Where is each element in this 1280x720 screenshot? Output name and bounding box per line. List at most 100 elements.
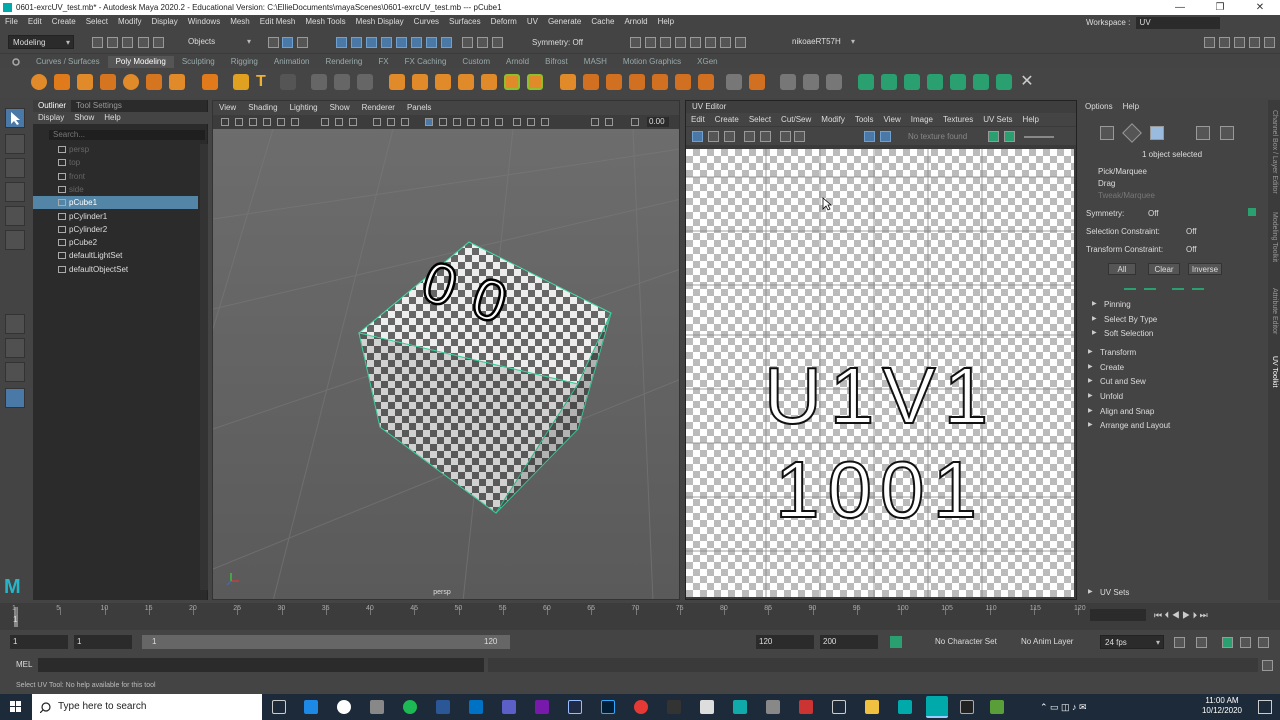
menu-uv[interactable]: UV [522, 15, 543, 29]
two-pane-layout-icon[interactable] [5, 362, 25, 382]
offset-loop-icon[interactable] [675, 74, 691, 90]
outliner-item-persp[interactable]: persp [33, 143, 198, 156]
lights-icon[interactable] [387, 118, 395, 126]
menu-surfaces[interactable]: Surfaces [444, 15, 486, 29]
edge-mode-icon[interactable] [1122, 123, 1142, 143]
playback-end-field[interactable]: 120 [756, 635, 814, 649]
history-icon[interactable] [462, 37, 473, 48]
anim-layer[interactable]: No Anim Layer [1021, 635, 1073, 649]
uv-exposure-icon[interactable] [988, 131, 999, 142]
spotify-icon[interactable] [403, 700, 417, 714]
textured-icon[interactable] [373, 118, 381, 126]
image-plane-icon[interactable] [263, 118, 271, 126]
outliner-menu-help[interactable]: Help [99, 112, 125, 124]
poly-torus-icon[interactable] [123, 74, 139, 90]
tab-uv-toolkit[interactable]: UV Toolkit [1271, 356, 1278, 400]
uv-menu-textures[interactable]: Textures [938, 113, 978, 126]
loop-icon[interactable] [1174, 637, 1185, 648]
outlook-icon[interactable] [469, 700, 483, 714]
select-all-button[interactable]: All [1108, 263, 1136, 275]
viewport-menu-show[interactable]: Show [324, 101, 356, 115]
pcube1-mesh[interactable]: 00 [357, 241, 612, 514]
poly-type-icon[interactable]: T [256, 74, 272, 90]
section-cut-and-sew[interactable]: Cut and Sew [1086, 375, 1146, 388]
tab-outliner[interactable]: Outliner [33, 100, 72, 112]
uv-menu-image[interactable]: Image [906, 113, 938, 126]
shelf-tab-arnold[interactable]: Arnold [498, 56, 537, 68]
outliner-search-input[interactable]: Search... [49, 130, 205, 140]
depth-of-field-icon[interactable] [513, 118, 521, 126]
poly-cylinder-icon[interactable] [77, 74, 93, 90]
animation-prefs-icon[interactable] [1258, 637, 1269, 648]
backface-culling-icon[interactable] [453, 118, 461, 126]
uv-menu-help[interactable]: Help [1018, 113, 1044, 126]
maximize-button[interactable]: ❐ [1200, 0, 1240, 15]
quad-draw-icon[interactable] [629, 74, 645, 90]
menu-edit-mesh[interactable]: Edit Mesh [255, 15, 301, 29]
snap-plane-icon[interactable] [411, 37, 422, 48]
wedge-icon[interactable] [749, 74, 765, 90]
delete-history-icon[interactable]: ✕ [1019, 74, 1035, 90]
menu-select[interactable]: Select [81, 15, 113, 29]
select-tool-icon[interactable] [5, 108, 25, 128]
ipr-render-icon[interactable] [660, 37, 671, 48]
uv-mode-icon[interactable] [1220, 126, 1234, 140]
menu-file[interactable]: File [0, 15, 23, 29]
output-ops-icon[interactable] [492, 37, 503, 48]
hypershade-icon[interactable] [690, 37, 701, 48]
shadows-icon[interactable] [401, 118, 409, 126]
scale-tool-icon[interactable] [5, 230, 25, 250]
outliner-item-top[interactable]: top [33, 156, 198, 169]
motion-blur-icon[interactable] [481, 118, 489, 126]
uv-menu-select[interactable]: Select [744, 113, 776, 126]
animate-icon[interactable] [568, 700, 582, 714]
section-transform[interactable]: Transform [1086, 346, 1136, 359]
render-frame-icon[interactable] [645, 37, 656, 48]
outliner-item-pcylinder2[interactable]: pCylinder2 [33, 223, 198, 236]
section-uv-sets[interactable]: UV Sets [1086, 586, 1129, 599]
uv-menu-edit[interactable]: Edit [686, 113, 710, 126]
undo-icon[interactable] [138, 37, 149, 48]
toolkit-menu-options[interactable]: Options [1080, 100, 1118, 113]
uv-dim-image-icon[interactable] [880, 131, 891, 142]
file-explorer-icon[interactable] [832, 700, 846, 714]
transfer-uv-icon[interactable] [996, 74, 1012, 90]
snap-curve-icon[interactable] [351, 37, 362, 48]
section-create[interactable]: Create [1086, 361, 1124, 374]
uv-menu-create[interactable]: Create [710, 113, 744, 126]
attribute-editor-icon[interactable] [1234, 37, 1245, 48]
time-slider[interactable]: 1 1 5 10 15 20 25 30 35 40 45 50 55 60 65 70 75 80 85 90 95… [0, 603, 1280, 630]
outliner-item-pcube2[interactable]: pCube2 [33, 236, 198, 249]
shelf-tab-fx-caching[interactable]: FX Caching [397, 56, 455, 68]
menu-help[interactable]: Help [653, 15, 679, 29]
shelf-tab-poly-modeling[interactable]: Poly Modeling [107, 56, 174, 68]
uv-shaded-icon[interactable] [708, 131, 719, 142]
tab-tool-settings[interactable]: Tool Settings [71, 100, 127, 112]
section-arrange-and-layout[interactable]: Arrange and Layout [1086, 419, 1170, 432]
shelf-tab-xgen[interactable]: XGen [689, 56, 725, 68]
outliner-item-defaultobjectset[interactable]: defaultObjectSet [33, 263, 198, 276]
film-gate-icon[interactable] [291, 118, 299, 126]
separate-icon[interactable] [334, 74, 350, 90]
app-icon-12[interactable] [667, 700, 681, 714]
outliner-item-front[interactable]: front [33, 170, 198, 183]
wireframe-on-shaded-icon[interactable] [349, 118, 357, 126]
camera-attributes-icon[interactable] [235, 118, 243, 126]
uv-borders-icon[interactable] [760, 131, 771, 142]
sew-uv-icon[interactable] [904, 74, 920, 90]
shelf-tab-motion-graphics[interactable]: Motion Graphics [615, 56, 689, 68]
word-icon[interactable] [436, 700, 450, 714]
shelf-tab-fx[interactable]: FX [370, 56, 396, 68]
clear-selection-button[interactable]: Clear [1148, 263, 1180, 275]
poly-cone-icon[interactable] [100, 74, 116, 90]
select-component-icon[interactable] [297, 37, 308, 48]
bookmark-icon[interactable] [249, 118, 257, 126]
exposure-dial-icon[interactable] [631, 118, 639, 126]
app-icon-22[interactable] [990, 700, 1004, 714]
selection-constraint-value[interactable]: Off [1186, 226, 1197, 238]
uv-gamma-icon[interactable] [1004, 131, 1015, 142]
xray-icon[interactable] [425, 118, 433, 126]
cylindrical-map-icon[interactable] [826, 74, 842, 90]
uv-distortion-icon[interactable] [724, 131, 735, 142]
uv-menu-modify[interactable]: Modify [816, 113, 850, 126]
